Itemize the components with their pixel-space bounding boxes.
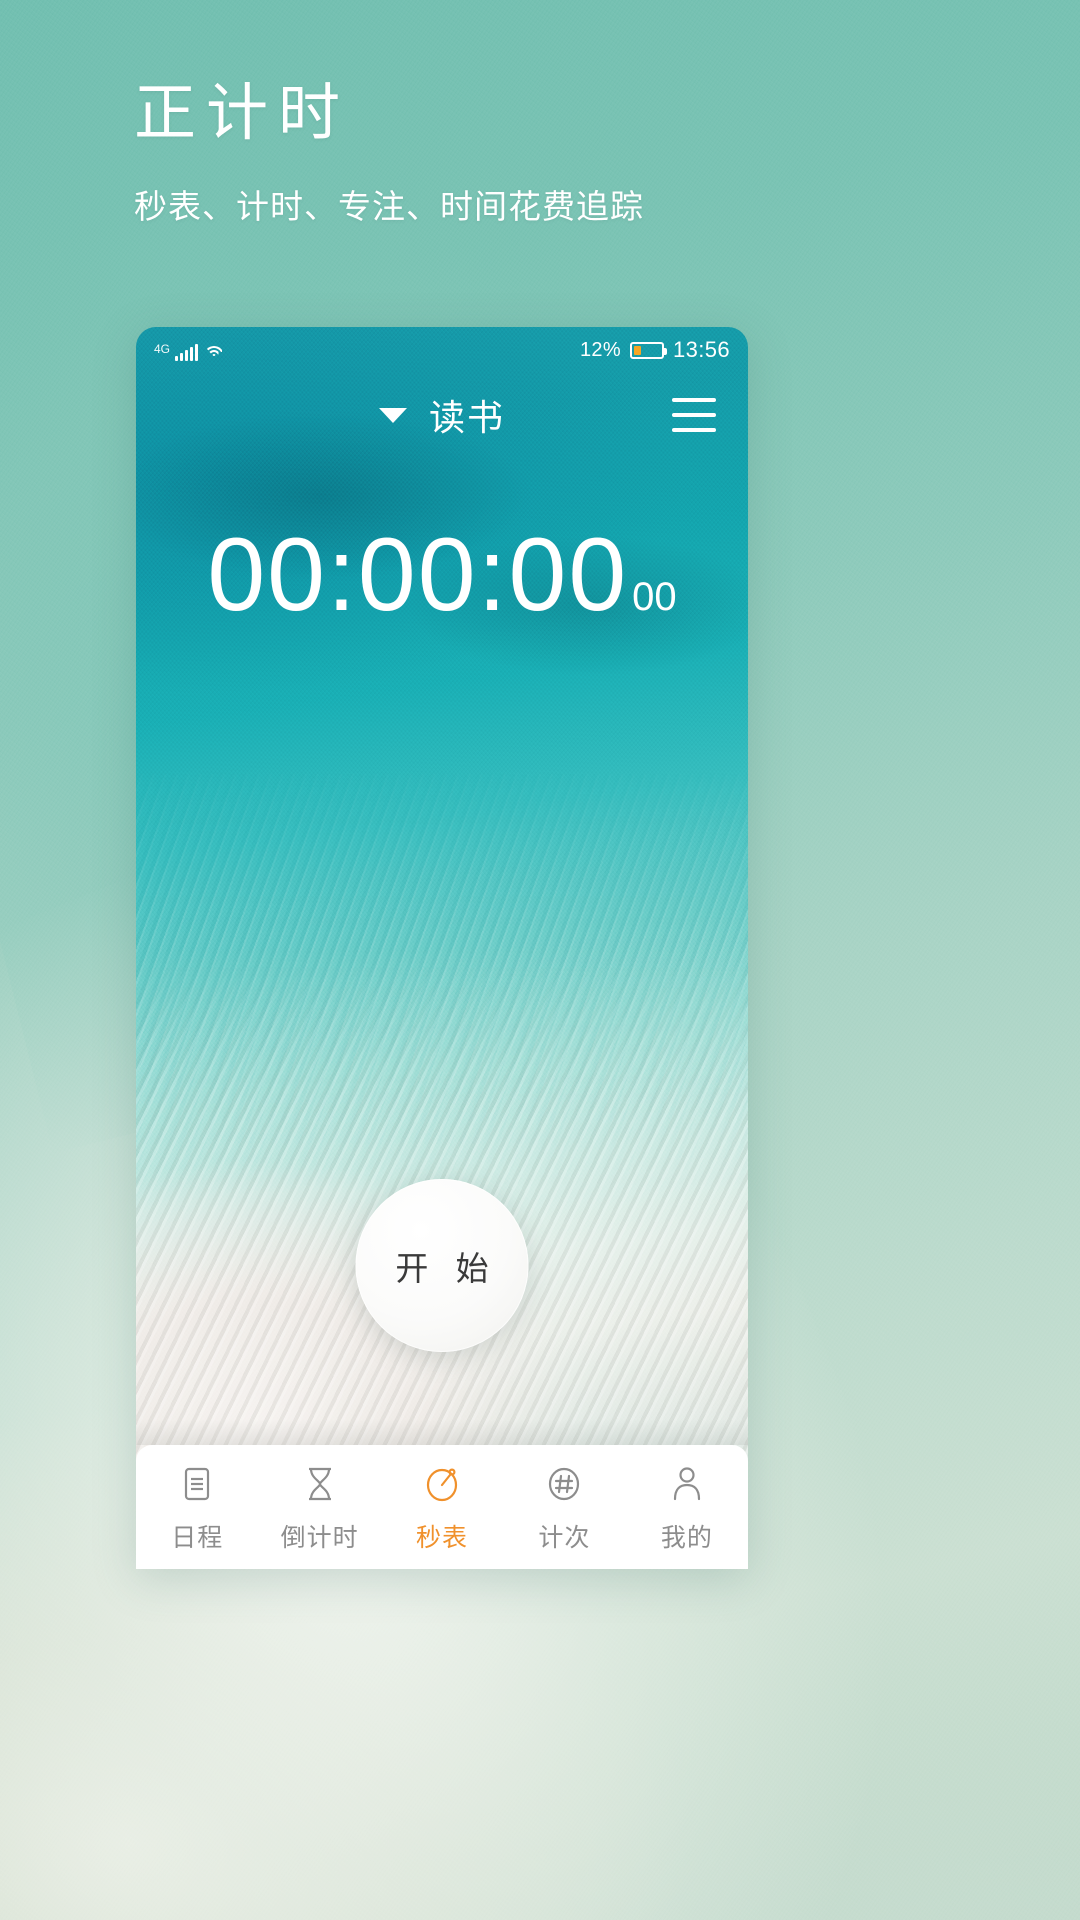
battery-fill [633, 345, 642, 355]
hamburger-menu-icon[interactable] [672, 398, 716, 432]
task-selector-dropdown[interactable]: 读书 [378, 389, 505, 441]
nav-item-stopwatch[interactable]: 秒表 [381, 1461, 503, 1554]
nav-item-countdown[interactable]: 倒计时 [258, 1461, 380, 1554]
battery-percent-label: 12% [580, 338, 621, 361]
stopwatch-time-milliseconds: 00 [632, 575, 677, 619]
hash-counter-icon [541, 1461, 587, 1507]
status-bar-right: 12% 13:56 [580, 337, 730, 363]
battery-icon [629, 341, 667, 359]
stopwatch-time-display: 00:00:00 00 [136, 523, 748, 627]
status-bar-left: 4G [154, 339, 225, 361]
start-button-label: 开 始 [395, 1249, 498, 1287]
nav-item-profile[interactable]: 我的 [626, 1461, 748, 1554]
promo-subtitle: 秒表、计时、专注、时间花费追踪 [134, 187, 644, 225]
status-bar-clock: 13:56 [672, 337, 730, 362]
schedule-list-icon [174, 1461, 220, 1507]
nav-item-profile-label: 我的 [660, 1523, 713, 1552]
app-header: 读书 [136, 379, 748, 451]
bottom-navigation-bar: 日程 倒计时 秒表 计次 我的 [136, 1445, 748, 1569]
nav-item-lap-counter-label: 计次 [538, 1523, 591, 1552]
stopwatch-time-main: 00:00:00 [207, 517, 629, 633]
phone-mockup: 4G 12% 13:56 读书 00:00:00 00 开 始 日程 倒计时 秒… [136, 327, 748, 1569]
network-type-label: 4G [154, 342, 171, 356]
chevron-down-icon [378, 407, 407, 423]
promo-text-block: 正计时 秒表、计时、专注、时间花费追踪 [134, 76, 644, 228]
start-button[interactable]: 开 始 [355, 1179, 529, 1352]
wifi-icon [203, 343, 225, 361]
hourglass-icon [297, 1461, 343, 1507]
stopwatch-icon [419, 1461, 465, 1507]
app-wallpaper-texture [136, 327, 748, 1569]
nav-item-countdown-label: 倒计时 [280, 1523, 359, 1552]
status-bar: 4G 12% 13:56 [136, 327, 748, 373]
task-selector-label: 读书 [428, 397, 505, 438]
nav-item-schedule[interactable]: 日程 [136, 1461, 258, 1554]
nav-item-lap-counter[interactable]: 计次 [503, 1461, 625, 1554]
signal-bars-icon [175, 344, 199, 361]
promo-title: 正计时 [134, 79, 351, 148]
person-icon [664, 1461, 710, 1507]
nav-item-stopwatch-label: 秒表 [416, 1523, 469, 1552]
nav-item-schedule-label: 日程 [171, 1523, 224, 1552]
